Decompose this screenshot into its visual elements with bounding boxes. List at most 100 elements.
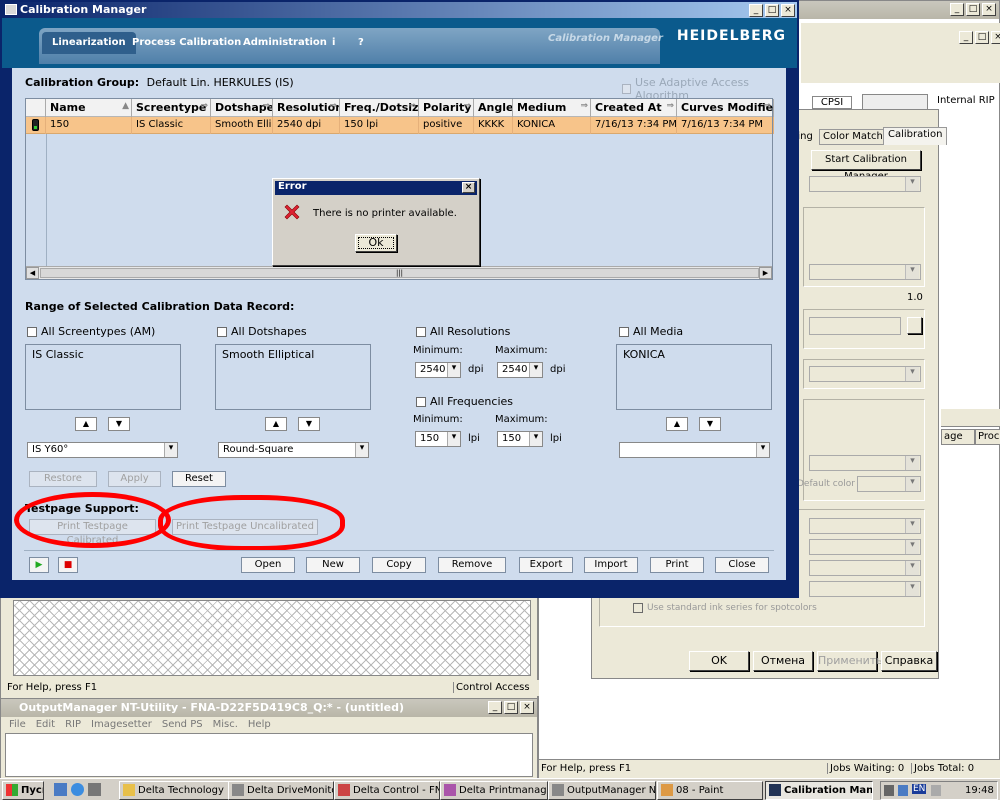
play-button[interactable]: ▶ xyxy=(29,557,49,573)
maximize-button[interactable]: □ xyxy=(504,701,518,714)
printer-icon[interactable] xyxy=(862,94,928,110)
move-up-button[interactable]: ▲ xyxy=(666,417,688,431)
import-button[interactable]: Import xyxy=(584,557,638,573)
close-button[interactable]: × xyxy=(781,4,795,17)
cpsi-label[interactable]: CPSI xyxy=(812,96,852,109)
text-field[interactable] xyxy=(809,317,901,335)
taskbar-item-outputmanager[interactable]: OutputManager NT-... xyxy=(548,781,656,800)
dotshapes-list[interactable]: Smooth Elliptical xyxy=(215,344,371,410)
resolution-min-combo[interactable]: 2540 xyxy=(415,362,461,378)
ok-button[interactable]: OK xyxy=(689,651,749,671)
table-row[interactable]: 150 IS Classic Smooth Ellipt 2540 dpi 15… xyxy=(26,117,774,134)
resolution-max-combo[interactable]: 2540 xyxy=(497,362,543,378)
taskbar-item-delta-control[interactable]: Delta Control - FNA-... xyxy=(334,781,440,800)
checkbox-box[interactable] xyxy=(416,396,426,407)
column-header-freq[interactable]: Freq./Dotsize ⇒ xyxy=(340,99,419,117)
use-standard-ink-checkbox[interactable]: Use standard ink series for spotcolors xyxy=(633,603,817,613)
frequency-max-combo[interactable]: 150 xyxy=(497,431,543,447)
minimize-button[interactable]: _ xyxy=(749,4,763,17)
apply-button[interactable]: Применить xyxy=(817,651,883,671)
dropdown[interactable] xyxy=(809,455,921,471)
tab-calibration[interactable]: Calibration xyxy=(883,127,948,145)
dropdown[interactable] xyxy=(809,560,921,576)
media-combo[interactable] xyxy=(619,442,770,458)
output-manager-titlebar[interactable]: OutputManager NT-Utility - FNA-D22F5D419… xyxy=(1,699,537,717)
new-button[interactable]: New xyxy=(306,557,360,573)
dropdown[interactable] xyxy=(809,264,921,280)
column-header-polarity[interactable]: Polarity ⇒ xyxy=(419,99,474,117)
frequency-min-combo[interactable]: 150 xyxy=(415,431,461,447)
checkbox-box[interactable] xyxy=(633,603,643,613)
horizontal-scrollbar[interactable]: ◀ ||| ▶ xyxy=(26,266,772,279)
checkbox-box[interactable] xyxy=(622,84,632,94)
apply-button[interactable]: Apply xyxy=(108,471,161,487)
media-list[interactable]: KONICA xyxy=(616,344,772,410)
tray-icon[interactable] xyxy=(931,785,941,796)
start-calibration-manager-button[interactable]: Start Calibration Manager xyxy=(811,150,921,182)
column-header-name[interactable]: Name ▲ xyxy=(46,99,132,117)
export-button[interactable]: Export xyxy=(519,557,573,573)
tab-info[interactable]: i xyxy=(322,32,345,54)
close-button[interactable]: Close xyxy=(715,557,769,573)
all-frequencies-checkbox[interactable]: All Frequencies xyxy=(416,395,513,408)
all-media-checkbox[interactable]: All Media xyxy=(619,325,683,338)
menu-misc[interactable]: Misc. xyxy=(213,719,238,730)
tab-process-calibration[interactable]: Process Calibration xyxy=(122,32,251,54)
taskbar-item-delta-technology[interactable]: Delta Technology xyxy=(119,781,229,800)
column-header-page[interactable]: age xyxy=(941,429,975,445)
taskbar-item-printmanager[interactable]: Delta Printmanager -... xyxy=(440,781,548,800)
column-header-medium[interactable]: Medium ⇒ xyxy=(513,99,591,117)
default-color-dropdown[interactable] xyxy=(857,476,921,492)
dropdown[interactable] xyxy=(809,539,921,555)
menu-rip[interactable]: RIP xyxy=(65,719,81,730)
all-dotshapes-checkbox[interactable]: All Dotshapes xyxy=(217,325,307,338)
column-header-screentype[interactable]: Screentype ⇒ xyxy=(132,99,211,117)
language-indicator[interactable]: EN xyxy=(912,784,927,794)
screentypes-list[interactable]: IS Classic xyxy=(25,344,181,410)
start-button[interactable]: Пуск xyxy=(2,781,44,800)
taskbar-item-drivemonitor[interactable]: Delta DriveMonitor xyxy=(228,781,334,800)
maximize-button[interactable]: □ xyxy=(975,31,989,44)
column-header-dotshape[interactable]: Dotshape ⇒ xyxy=(211,99,273,117)
copy-button[interactable]: Copy xyxy=(372,557,426,573)
dotshape-combo[interactable]: Round-Square xyxy=(218,442,369,458)
menu-imagesetter[interactable]: Imagesetter xyxy=(91,719,152,730)
help-button[interactable]: Справка xyxy=(881,651,937,671)
dropdown[interactable] xyxy=(809,581,921,597)
desktop-icon[interactable] xyxy=(54,783,67,796)
checkbox-box[interactable] xyxy=(619,326,629,337)
move-down-button[interactable]: ▼ xyxy=(298,417,320,431)
open-button[interactable]: Open xyxy=(241,557,295,573)
main-titlebar[interactable]: Calibration Manager xyxy=(2,2,797,18)
taskbar-item-paint[interactable]: 08 - Paint xyxy=(657,781,763,800)
small-button[interactable] xyxy=(907,317,922,334)
dialog-ok-button[interactable]: Ok xyxy=(355,234,397,252)
dialog-close-icon[interactable]: × xyxy=(462,182,475,193)
column-header-curves-modified[interactable]: Curves Modified At⇒ xyxy=(677,99,774,117)
dropdown[interactable] xyxy=(809,176,921,192)
column-header-resolution[interactable]: Resolution ⇒ xyxy=(273,99,340,117)
remove-button[interactable]: Remove xyxy=(438,557,506,573)
all-resolutions-checkbox[interactable]: All Resolutions xyxy=(416,325,510,338)
reset-button[interactable]: Reset xyxy=(172,471,226,487)
dialog-titlebar[interactable]: Error × xyxy=(275,181,477,195)
restore-button[interactable]: Restore xyxy=(29,471,97,487)
minimize-button[interactable]: _ xyxy=(950,3,964,16)
stop-button[interactable]: ■ xyxy=(58,557,78,573)
list-item[interactable]: Smooth Elliptical xyxy=(222,348,314,361)
screentype-combo[interactable]: IS Y60° xyxy=(27,442,178,458)
close-button[interactable]: × xyxy=(520,701,534,714)
scroll-right-icon[interactable]: ▶ xyxy=(759,267,772,279)
media-player-icon[interactable] xyxy=(88,783,101,796)
menu-send-ps[interactable]: Send PS xyxy=(162,719,203,730)
move-up-button[interactable]: ▲ xyxy=(75,417,97,431)
menu-help[interactable]: Help xyxy=(248,719,271,730)
minimize-button[interactable]: _ xyxy=(959,31,973,44)
ie-icon[interactable] xyxy=(71,783,84,796)
minimize-button[interactable]: _ xyxy=(488,701,502,714)
print-button[interactable]: Print xyxy=(650,557,704,573)
column-header-proc[interactable]: Proc xyxy=(975,429,1000,445)
all-screentypes-checkbox[interactable]: All Screentypes (AM) xyxy=(27,325,155,338)
close-button[interactable]: × xyxy=(982,3,996,16)
move-down-button[interactable]: ▼ xyxy=(108,417,130,431)
